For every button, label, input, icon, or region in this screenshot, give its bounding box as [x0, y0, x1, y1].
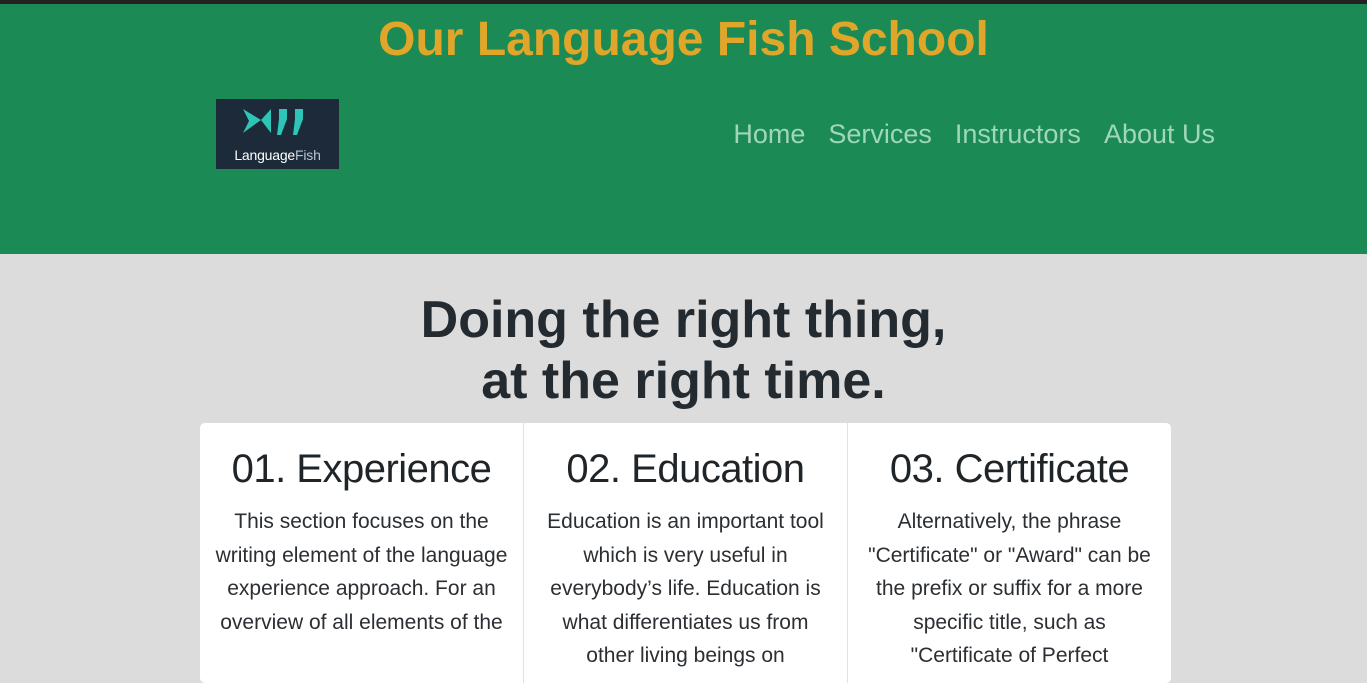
- hero-line-1: Doing the right thing,: [420, 291, 947, 349]
- logo-word-bold: Language: [234, 147, 296, 163]
- card-title: 01. Experience: [231, 447, 492, 491]
- main-content: Doing the right thing, at the right time…: [0, 254, 1367, 683]
- nav-home[interactable]: Home: [733, 114, 805, 154]
- logo-wordmark: LanguageFish: [216, 147, 339, 163]
- site-title: Our Language Fish School: [378, 13, 989, 66]
- nav-services[interactable]: Services: [828, 114, 932, 154]
- languagefish-logo[interactable]: LanguageFish: [216, 99, 339, 169]
- nav-about-us[interactable]: About Us: [1104, 114, 1215, 154]
- site-header: Our Language Fish School LanguageFish Ho…: [0, 4, 1367, 254]
- hero-heading: Doing the right thing, at the right time…: [0, 290, 1367, 412]
- card-education: 02. Education Education is an important …: [524, 423, 848, 683]
- card-text: Alternatively, the phrase "Certificate" …: [868, 510, 1151, 667]
- feature-cards: 01. Experience This section focuses on t…: [200, 423, 1171, 683]
- card-title: 03. Certificate: [889, 447, 1130, 491]
- card-certificate: 03. Certificate Alternatively, the phras…: [848, 423, 1171, 683]
- logo-word-light: Fish: [295, 147, 321, 163]
- hero-line-2: at the right time.: [481, 352, 886, 410]
- fish-quote-icon: [243, 109, 303, 135]
- main-nav: Home Services Instructors About Us: [733, 114, 1215, 154]
- nav-instructors[interactable]: Instructors: [955, 114, 1081, 154]
- card-experience: 01. Experience This section focuses on t…: [200, 423, 524, 683]
- card-title: 02. Education: [566, 447, 805, 491]
- card-text: This section focuses on the writing elem…: [215, 510, 508, 634]
- card-text: Education is an important tool which is …: [547, 510, 824, 667]
